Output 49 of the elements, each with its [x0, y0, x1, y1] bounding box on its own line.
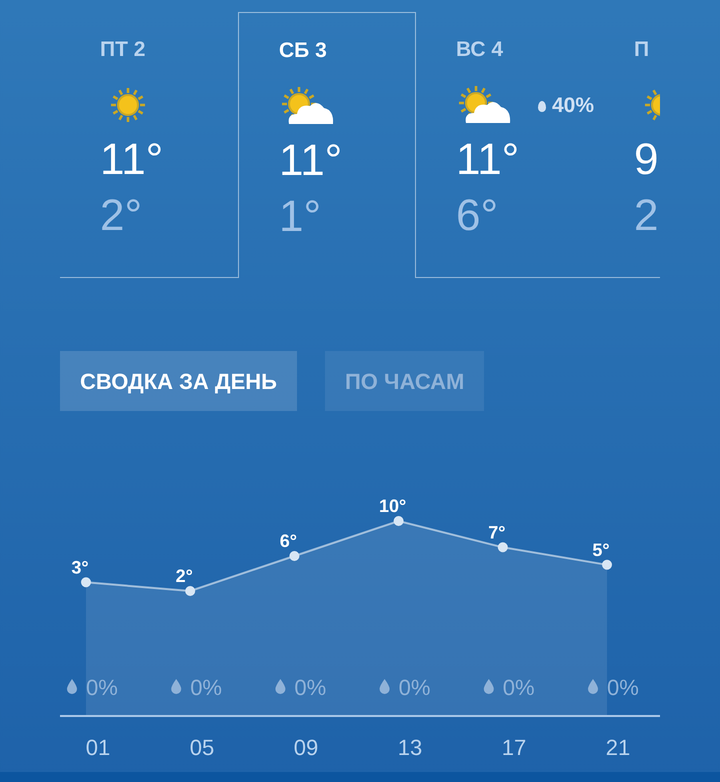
- precipitation-label: 0%: [190, 675, 222, 700]
- hour-label: 13: [398, 735, 422, 760]
- drop-icon: [380, 679, 390, 694]
- high-temperature: 11°: [456, 134, 520, 186]
- temperature-label: 6°: [280, 531, 297, 551]
- hour-label: 01: [86, 735, 110, 760]
- day-label: ПТ 2: [100, 37, 146, 63]
- hour-label: 17: [502, 735, 526, 760]
- drop-icon: [171, 679, 182, 694]
- day-label: СБ 3: [279, 38, 327, 64]
- low-temperature: 1°: [279, 190, 322, 242]
- low-temperature: 2°: [100, 190, 142, 242]
- temperature-point: [289, 551, 300, 561]
- temperature-label: 10°: [378, 496, 406, 516]
- day-card[interactable]: ВС 4 40% 11° 6°: [416, 12, 594, 278]
- temperature-label: 2°: [176, 566, 193, 586]
- drop-icon: [588, 679, 598, 694]
- high-temperature: 9: [634, 134, 658, 186]
- drop-icon: [538, 101, 546, 112]
- day-label: П: [634, 37, 650, 63]
- temperature-point: [394, 516, 404, 526]
- precipitation-label: 0%: [86, 675, 118, 700]
- low-temperature: 6°: [456, 190, 498, 242]
- temperature-label: 5°: [592, 540, 610, 560]
- precipitation-label: 0%: [607, 675, 639, 700]
- precipitation-label: 0%: [502, 675, 535, 700]
- drop-icon: [67, 679, 77, 694]
- view-tab[interactable]: СВОДКА ЗА ДЕНЬ: [60, 351, 297, 411]
- temperature-point: [498, 542, 508, 552]
- hour-label: 05: [190, 735, 214, 760]
- temperature-label: 7°: [488, 522, 506, 542]
- precipitation-label: 0%: [398, 675, 430, 700]
- high-temperature: 11°: [100, 134, 164, 186]
- precipitation-chance: 40%: [538, 90, 594, 122]
- temperature-label: 3°: [71, 557, 89, 578]
- temperature-point: [602, 560, 612, 570]
- drop-icon: [275, 679, 286, 694]
- day-label: ВС 4: [456, 37, 504, 63]
- hour-label: 21: [606, 735, 630, 760]
- day-card[interactable]: П 9 2: [594, 12, 660, 278]
- temperature-point: [81, 577, 91, 588]
- hour-label: 09: [294, 735, 318, 760]
- precipitation-label: 0%: [294, 675, 326, 700]
- high-temperature: 11°: [279, 134, 342, 186]
- day-card[interactable]: ПТ 2 11° 2°: [60, 12, 238, 278]
- day-card[interactable]: СБ 3 11° 1°: [238, 12, 416, 278]
- temperature-point: [185, 586, 196, 596]
- drop-icon: [484, 679, 494, 694]
- low-temperature: 2: [634, 190, 658, 242]
